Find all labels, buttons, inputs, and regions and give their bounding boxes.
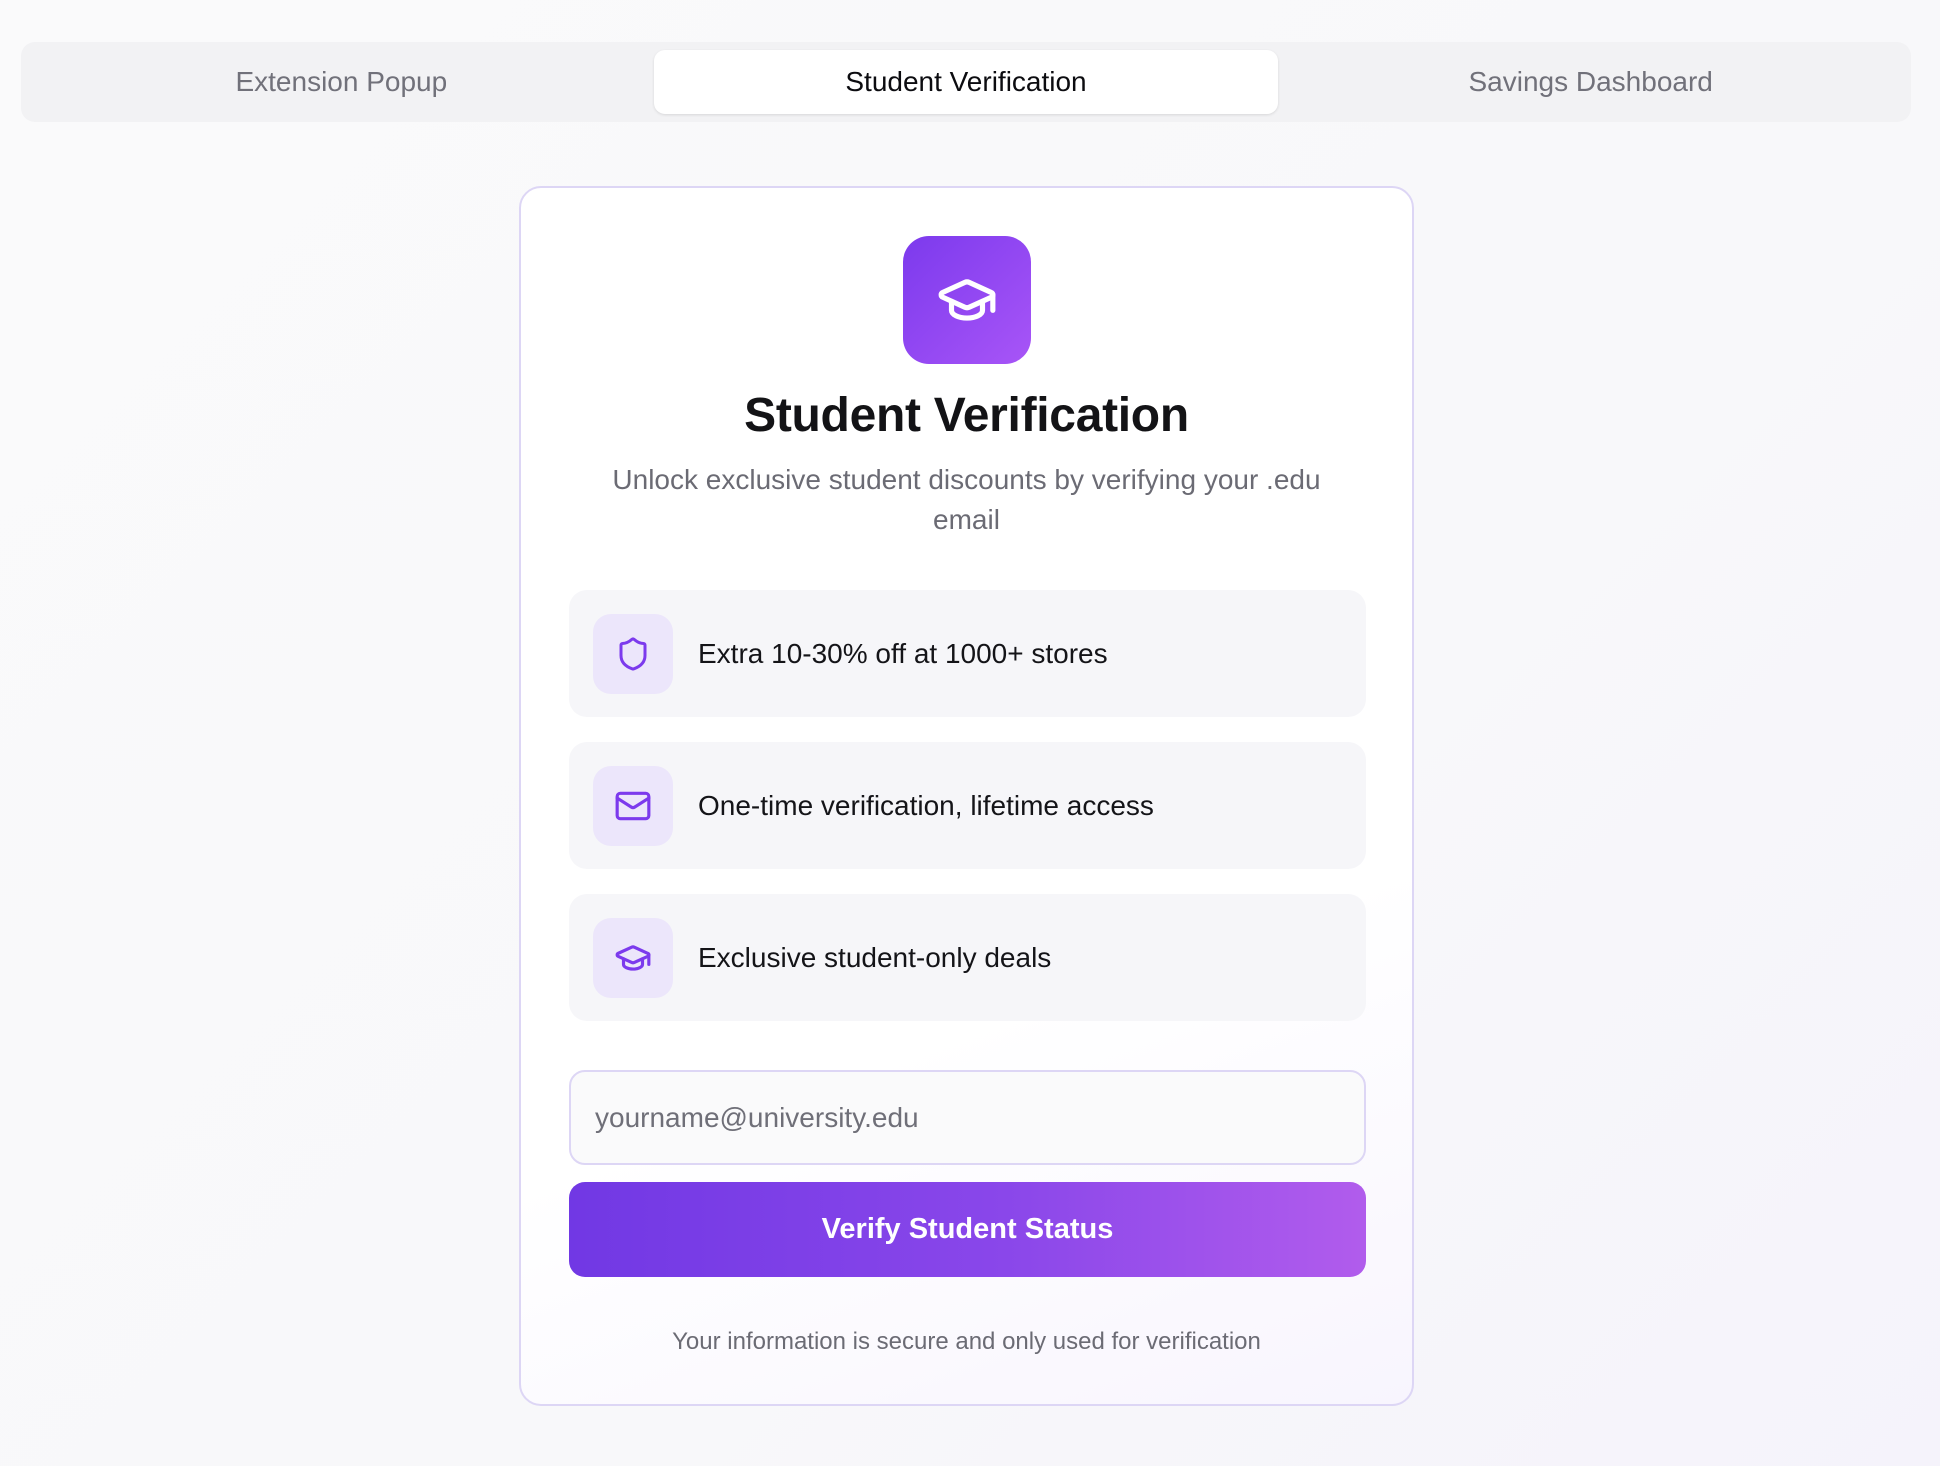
page-subtitle: Unlock exclusive student discounts by ve… xyxy=(612,464,1321,535)
feature-text: Exclusive student-only deals xyxy=(698,941,1052,973)
tab-student-verification[interactable]: Student Verification xyxy=(653,50,1279,114)
graduation-cap-icon xyxy=(903,236,1031,364)
tab-savings-dashboard[interactable]: Savings Dashboard xyxy=(1278,50,1903,114)
feature-item-exclusive-deals: Exclusive student-only deals xyxy=(569,894,1366,1021)
feature-item-discount: Extra 10-30% off at 1000+ stores xyxy=(569,590,1366,717)
tab-bar: Extension Popup Student Verification Sav… xyxy=(21,42,1911,122)
graduation-cap-icon xyxy=(593,917,673,998)
security-note: Your information is secure and only used… xyxy=(672,1328,1261,1355)
feature-text: One-time verification, lifetime access xyxy=(698,789,1154,821)
verification-card: Student Verification Unlock exclusive st… xyxy=(519,186,1414,1406)
tab-extension-popup[interactable]: Extension Popup xyxy=(29,50,654,114)
page-title: Student Verification xyxy=(744,389,1189,442)
email-input[interactable] xyxy=(569,1070,1366,1165)
mail-icon xyxy=(593,765,673,846)
feature-item-lifetime-access: One-time verification, lifetime access xyxy=(569,742,1366,869)
verify-student-status-button[interactable]: Verify Student Status xyxy=(569,1182,1366,1277)
shield-icon xyxy=(593,613,673,694)
feature-text: Extra 10-30% off at 1000+ stores xyxy=(698,637,1108,669)
